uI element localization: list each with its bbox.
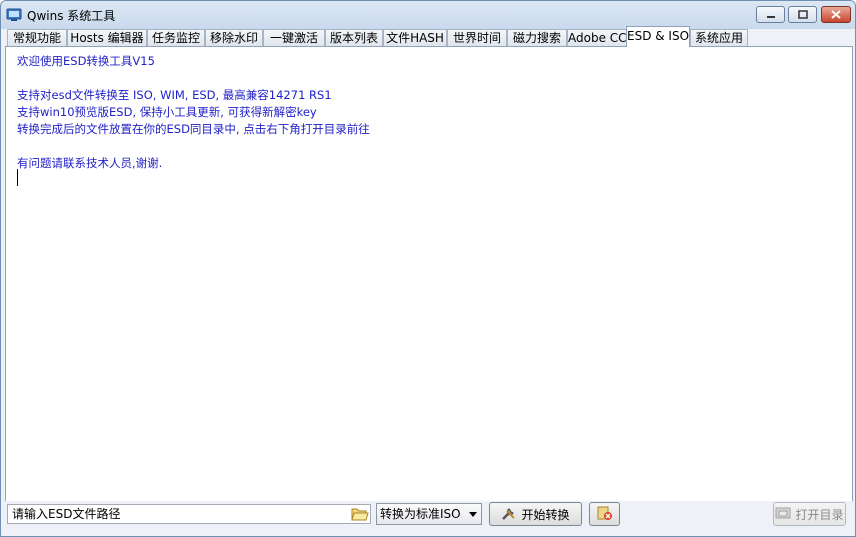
tab-world-time[interactable]: 世界时间 — [447, 29, 507, 47]
tab-system-apps[interactable]: 系统应用 — [690, 29, 748, 47]
app-icon — [6, 7, 22, 23]
open-directory-button[interactable]: 打开目录 — [773, 502, 846, 526]
tab-file-hash[interactable]: 文件HASH — [383, 29, 447, 47]
cancel-icon — [596, 505, 614, 524]
close-icon — [831, 8, 841, 22]
chevron-down-icon — [469, 512, 477, 517]
convert-type-value: 转换为标准ISO — [380, 507, 461, 521]
window-title: Qwins 系统工具 — [27, 9, 116, 23]
title-bar[interactable]: Qwins 系统工具 — [1, 1, 855, 29]
minimize-button[interactable] — [756, 6, 785, 23]
tab-adobe-cc[interactable]: Adobe CC — [567, 29, 627, 47]
tab-magnet-search[interactable]: 磁力搜索 — [507, 29, 567, 47]
maximize-button[interactable] — [788, 6, 817, 23]
tab-strip: 常规功能 Hosts 编辑器 任务监控 移除水印 一键激活 版本列表 文件HAS… — [5, 26, 853, 47]
folder-icon — [775, 506, 795, 523]
cancel-button[interactable] — [589, 502, 620, 526]
maximize-icon — [797, 8, 808, 22]
esd-log-textarea[interactable]: 欢迎使用ESD转换工具V15 支持对esd文件转换至 ISO, WIM, ESD… — [5, 46, 853, 502]
tools-icon — [501, 505, 521, 524]
tab-general[interactable]: 常规功能 — [7, 29, 67, 47]
log-line: 有问题请联系技术人员,谢谢. — [17, 156, 163, 170]
tab-esd-iso[interactable]: ESD & ISO — [626, 26, 690, 47]
esd-path-input[interactable] — [7, 504, 371, 524]
minimize-icon — [766, 8, 776, 22]
log-line: 支持win10预览版ESD, 保持小工具更新, 可获得新解密key — [17, 105, 317, 119]
text-caret — [17, 169, 18, 186]
log-line: 支持对esd文件转换至 ISO, WIM, ESD, 最高兼容14271 RS1 — [17, 88, 332, 102]
log-line: 欢迎使用ESD转换工具V15 — [17, 54, 155, 68]
tab-task-monitor[interactable]: 任务监控 — [147, 29, 205, 47]
close-button[interactable] — [821, 6, 851, 23]
tab-hosts-editor[interactable]: Hosts 编辑器 — [67, 29, 147, 47]
start-convert-label: 开始转换 — [521, 507, 570, 522]
start-convert-button[interactable]: 开始转换 — [489, 502, 582, 526]
app-window: Qwins 系统工具 常规功能 Hosts 编辑器 任务监控 移除水印 一键激活… — [0, 0, 856, 537]
log-line: 转换完成后的文件放置在你的ESD同目录中, 点击右下角打开目录前往 — [17, 122, 370, 136]
open-directory-label: 打开目录 — [795, 507, 844, 522]
tab-one-click-activate[interactable]: 一键激活 — [263, 29, 325, 47]
folder-open-icon[interactable] — [350, 505, 369, 523]
bottom-toolbar: 转换为标准ISO 开始转换 — [1, 501, 855, 536]
convert-type-select[interactable]: 转换为标准ISO — [376, 503, 482, 525]
tab-version-list[interactable]: 版本列表 — [325, 29, 383, 47]
tab-remove-watermark[interactable]: 移除水印 — [205, 29, 263, 47]
